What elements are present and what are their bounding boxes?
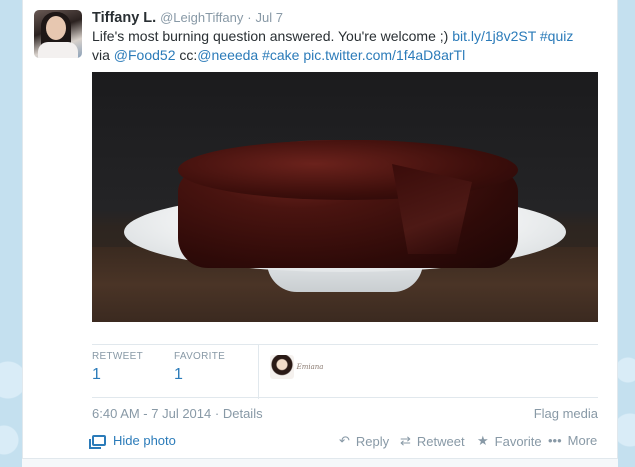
ellipsis-icon: ••• [548,433,562,448]
retweet-icon: ⇄ [400,433,411,448]
card-footer-strip [22,458,618,467]
meta-separator: · [214,406,220,421]
reply-arrow-icon: ↶ [339,433,350,448]
hide-photo-label: Hide photo [113,433,176,448]
favorite-count[interactable]: 1 [174,366,225,384]
favorite-stat[interactable]: FAVORITE 1 [174,351,225,384]
author-handle[interactable]: @LeighTiffany [160,10,243,25]
tweet-meta: 6:40 AM - 7 Jul 2014 · Details Flag medi… [92,406,598,421]
retweet-stat[interactable]: RETWEET 1 [92,351,143,384]
favoriter-avatar[interactable] [270,355,294,379]
favoriter-avatar-logo[interactable]: Emiana [296,355,324,379]
favoriter-name: Emiana [296,363,324,371]
favorite-label: Favorite [494,433,542,449]
tweet-date[interactable]: Jul 7 [256,10,283,25]
tweet-text-part1: Life's most burning question answered. Y… [92,28,453,44]
author-name[interactable]: Tiffany L. [92,10,156,26]
retweet-count[interactable]: 1 [92,366,143,384]
retweet-stat-label: RETWEET [92,351,143,362]
author-avatar[interactable] [34,10,82,58]
hashtag-quiz[interactable]: #quiz [540,28,573,44]
stats-divider [258,345,259,399]
flag-media-link[interactable]: Flag media [534,406,598,421]
mention-neeeda[interactable]: @neeeda [197,47,258,63]
reply-label: Reply [355,433,390,449]
tweet-timestamp[interactable]: 6:40 AM - 7 Jul 2014 [92,406,211,421]
short-link[interactable]: bit.ly/1j8v2ST [452,28,536,44]
tweet-actions: Hide photo ↶ Reply ⇄ Retweet ★ Favorite … [89,433,598,451]
tweet-stats: RETWEET 1 FAVORITE 1 Emiana [92,344,598,399]
more-button[interactable]: ••• More [548,433,597,448]
more-label: More [567,433,598,448]
tweet-text: Life's most burning question answered. Y… [92,27,602,65]
pic-link[interactable]: pic.twitter.com/1f4aD8arTl [303,47,465,63]
hashtag-cake[interactable]: #cake [262,47,299,63]
mention-food52[interactable]: @Food52 [114,47,176,63]
hide-photo-button[interactable]: Hide photo [89,433,176,449]
tweet-photo[interactable] [92,72,598,322]
tweet-text-cc: cc: [175,47,198,63]
favorite-button[interactable]: ★ Favorite [477,433,542,449]
retweet-button[interactable]: ⇄ Retweet [400,433,465,449]
header-separator: · [247,10,252,25]
reply-button[interactable]: ↶ Reply [339,433,389,449]
tweet-header: Tiffany L. @LeighTiffany · Jul 7 [92,9,283,26]
photo-icon [89,435,106,449]
retweet-label: Retweet [416,433,465,449]
details-link[interactable]: Details [223,406,263,421]
star-icon: ★ [477,433,489,448]
favorite-stat-label: FAVORITE [174,351,226,362]
tweet-text-via: via [92,47,114,63]
